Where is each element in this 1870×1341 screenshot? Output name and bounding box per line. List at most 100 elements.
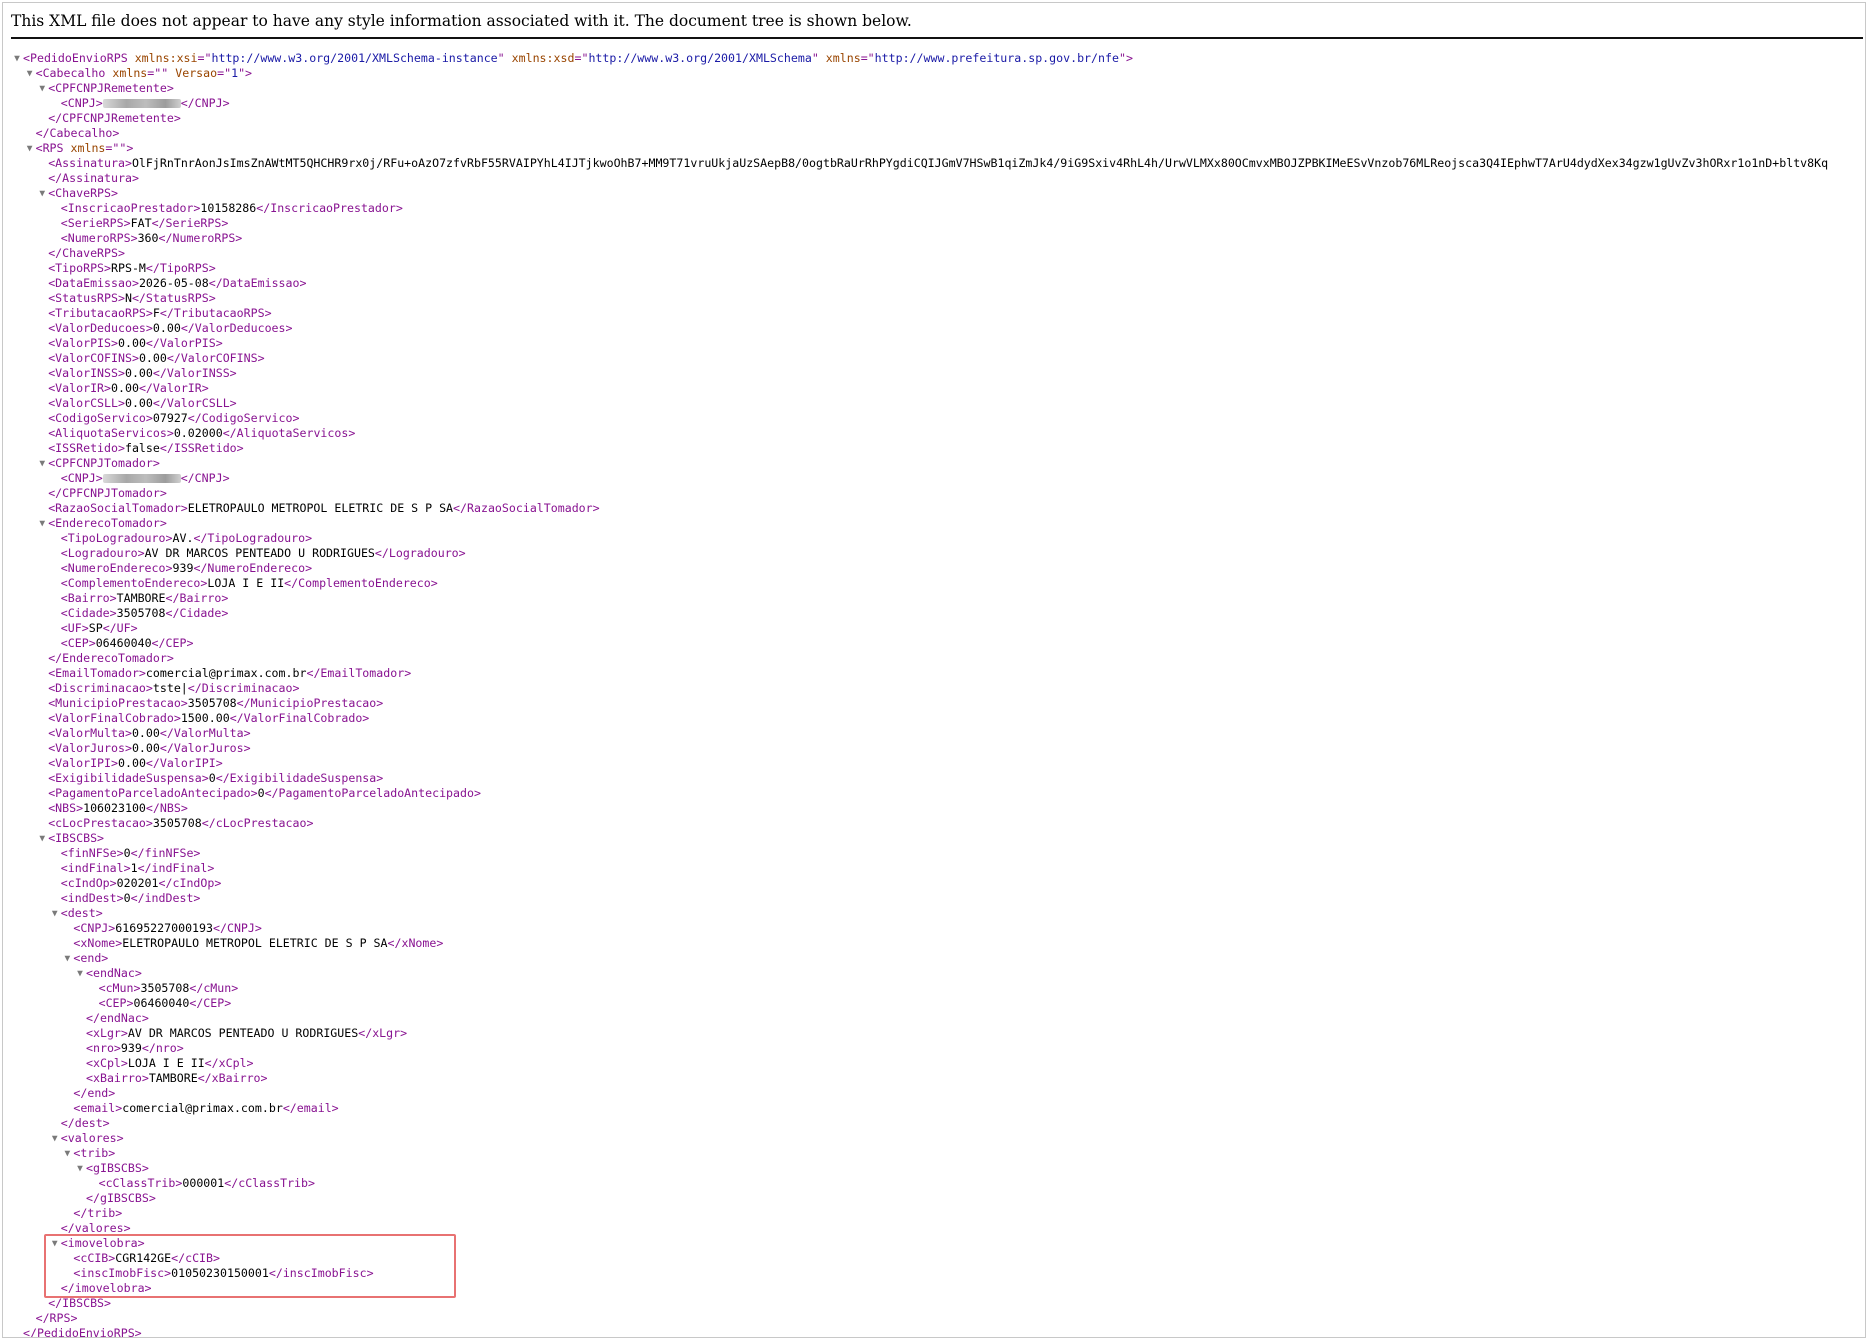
- xml-tag: </ValorFinalCobrado>: [229, 711, 370, 725]
- xml-tag: <ValorCOFINS>: [48, 351, 139, 365]
- xml-text-value: 06460040: [95, 636, 152, 650]
- xml-line-content: <ValorCOFINS>0.00</ValorCOFINS>: [48, 351, 264, 366]
- xml-tag: <DataEmissao>: [48, 276, 139, 290]
- xml-line: ▼ <CPFCNPJTomador>: [3, 456, 1865, 471]
- xml-tag: </Cabecalho>: [35, 126, 120, 140]
- xml-line: <InscricaoPrestador>10158286</InscricaoP…: [3, 201, 1865, 216]
- xml-line: </EnderecoTomador>: [3, 651, 1865, 666]
- collapse-toggle-icon[interactable]: ▼: [37, 81, 47, 96]
- xml-line: <ValorCOFINS>0.00</ValorCOFINS>: [3, 351, 1865, 366]
- xml-line: <ValorIPI>0.00</ValorIPI>: [3, 756, 1865, 771]
- xml-tag: <ValorCSLL>: [48, 396, 125, 410]
- xml-line: </IBSCBS>: [3, 1296, 1865, 1311]
- browser-content-area: This XML file does not appear to have an…: [2, 2, 1866, 1338]
- xml-tag: <ValorDeducoes>: [48, 321, 153, 335]
- xml-tag: </StatusRPS>: [131, 291, 216, 305]
- xml-line-content: <gIBSCBS>: [86, 1161, 149, 1176]
- xml-line: </RPS>: [3, 1311, 1865, 1326]
- xml-line-content: <indDest>0</indDest>: [61, 891, 201, 906]
- xml-line-content: <TipoLogradouro>AV.</TipoLogradouro>: [61, 531, 312, 546]
- xml-tag: <CEP>: [60, 636, 96, 650]
- xml-line-content: <CPFCNPJRemetente>: [48, 81, 174, 96]
- xml-line-content: <CNPJ> </CNPJ>: [61, 471, 230, 486]
- xml-tag: <cLocPrestacao>: [48, 816, 153, 830]
- collapse-toggle-icon[interactable]: ▼: [25, 66, 35, 81]
- collapse-toggle-icon[interactable]: ▼: [62, 951, 72, 966]
- xml-tag: <finNFSe>: [60, 846, 124, 860]
- xml-line-content: <StatusRPS>N</StatusRPS>: [48, 291, 216, 306]
- xml-tag: <endNac>: [86, 966, 142, 980]
- xml-text-value: 01050230150001: [171, 1266, 269, 1280]
- xml-line-content: <TributacaoRPS>F</TributacaoRPS>: [48, 306, 271, 321]
- xml-tag: <EmailTomador>: [48, 666, 146, 680]
- collapse-toggle-icon[interactable]: ▼: [50, 906, 60, 921]
- xml-tag: </EnderecoTomador>: [48, 651, 174, 665]
- xml-line-content: <CNPJ> </CNPJ>: [61, 96, 230, 111]
- xml-tag: <gIBSCBS>: [86, 1161, 149, 1175]
- xml-tag: </cCIB>: [171, 1251, 220, 1265]
- xml-attr-name: xmlns: [70, 141, 106, 155]
- xml-text-value: LOJA I E II: [207, 576, 285, 590]
- xml-line-content: <email>comercial@primax.com.br</email>: [73, 1101, 338, 1116]
- xml-tag: </InscricaoPrestador>: [256, 201, 403, 215]
- xml-tag: </UF>: [102, 621, 138, 635]
- xml-tag: <TipoLogradouro>: [60, 531, 173, 545]
- xml-tag: </CPFCNPJTomador>: [48, 486, 167, 500]
- xml-tag: </cMun>: [189, 981, 239, 995]
- xml-line: <StatusRPS>N</StatusRPS>: [3, 291, 1865, 306]
- collapse-toggle-icon[interactable]: ▼: [75, 966, 85, 981]
- xml-tag: </ValorCOFINS>: [166, 351, 265, 365]
- xml-tag: ="">: [105, 141, 134, 155]
- xml-tag: </end>: [73, 1086, 116, 1100]
- xml-line: <UF>SP</UF>: [3, 621, 1865, 636]
- xml-text-value: N: [124, 291, 132, 305]
- xml-line: <CodigoServico>07927</CodigoServico>: [3, 411, 1865, 426]
- xml-tag: </indFinal>: [137, 861, 215, 875]
- xml-line-content: <PedidoEnvioRPS xmlns:xsi="http://www.w3…: [23, 51, 1133, 66]
- xml-line: <ISSRetido>false</ISSRetido>: [3, 441, 1865, 456]
- xml-line-content: <trib>: [73, 1146, 115, 1161]
- collapse-toggle-icon[interactable]: ▼: [12, 51, 22, 66]
- xml-line-content: <CEP>06460040</CEP>: [99, 996, 232, 1011]
- xml-tag: <cMun>: [98, 981, 141, 995]
- collapse-toggle-icon[interactable]: ▼: [25, 141, 35, 156]
- xml-tag: <email>: [73, 1101, 123, 1115]
- xml-text-value: 000001: [182, 1176, 225, 1190]
- collapse-toggle-icon[interactable]: ▼: [37, 516, 47, 531]
- xml-line-content: <end>: [73, 951, 108, 966]
- xml-tag: <TipoRPS>: [48, 261, 112, 275]
- collapse-toggle-icon[interactable]: ▼: [62, 1146, 72, 1161]
- xml-text-value: AV DR MARCOS PENTEADO U RODRIGUES: [144, 546, 375, 560]
- xml-tag: </SerieRPS>: [151, 216, 229, 230]
- xml-line-content: </gIBSCBS>: [86, 1191, 156, 1206]
- xml-tag: </Logradouro>: [374, 546, 466, 560]
- xml-text-value: [64, 141, 71, 155]
- xml-tag: </PedidoEnvioRPS>: [23, 1326, 142, 1338]
- xml-tag: <NumeroEndereco>: [60, 561, 173, 575]
- collapse-toggle-icon[interactable]: ▼: [50, 1236, 60, 1251]
- collapse-toggle-icon[interactable]: ▼: [50, 1131, 60, 1146]
- xml-tag: ="": [147, 66, 169, 80]
- xml-tag: </NumeroRPS>: [158, 231, 243, 245]
- collapse-toggle-icon[interactable]: ▼: [37, 186, 47, 201]
- xml-line-content: <valores>: [61, 1131, 124, 1146]
- xml-line: </PedidoEnvioRPS>: [3, 1326, 1865, 1338]
- xml-line-content: </RPS>: [36, 1311, 78, 1326]
- collapse-toggle-icon[interactable]: ▼: [37, 456, 47, 471]
- xml-line-content: <ValorFinalCobrado>1500.00</ValorFinalCo…: [48, 711, 369, 726]
- xml-text-value: ELETROPAULO METROPOL ELETRIC DE S P SA: [187, 501, 454, 515]
- xml-line: ▼ <RPS xmlns="">: [3, 141, 1865, 156]
- xml-line-content: </PedidoEnvioRPS>: [23, 1326, 142, 1338]
- xml-line-content: <InscricaoPrestador>10158286</InscricaoP…: [61, 201, 403, 216]
- xml-line: ▼ <imovelobra>: [3, 1236, 1865, 1251]
- xml-tag: ">: [238, 66, 253, 80]
- xml-line: <NumeroRPS>360</NumeroRPS>: [3, 231, 1865, 246]
- collapse-toggle-icon[interactable]: ▼: [75, 1161, 85, 1176]
- xml-tag: </DataEmissao>: [208, 276, 307, 290]
- xml-line: <cCIB>CGR142GE</cCIB>: [3, 1251, 1865, 1266]
- xml-line: <ValorPIS>0.00</ValorPIS>: [3, 336, 1865, 351]
- xml-tag: <ComplementoEndereco>: [60, 576, 208, 590]
- collapse-toggle-icon[interactable]: ▼: [37, 831, 47, 846]
- xml-line-content: <Assinatura>OlFjRnTnrAonJsImsZnAWtMT5QHC…: [48, 156, 1828, 171]
- xml-text-value: 0.00: [124, 366, 153, 380]
